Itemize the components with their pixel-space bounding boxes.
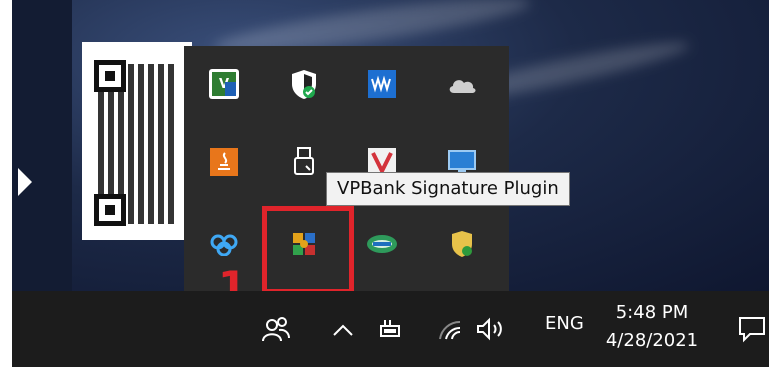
highlight-box — [262, 206, 354, 294]
onedrive-cloud-icon[interactable] — [442, 64, 482, 104]
people-icon[interactable] — [260, 313, 292, 345]
wifi-icon[interactable] — [436, 315, 466, 343]
screenshot: V 1 VPBank Signature Plugin ENG 5:48 PM … — [12, 0, 769, 367]
play-arrow-icon[interactable] — [18, 168, 32, 196]
cloud-sync-icon[interactable] — [204, 224, 244, 264]
volume-icon[interactable] — [472, 315, 512, 343]
action-center-icon[interactable] — [736, 313, 768, 345]
desktop-panel — [12, 0, 72, 291]
windows-security-icon[interactable] — [284, 64, 324, 104]
vnc-viewer-icon[interactable]: V — [204, 64, 244, 104]
taskbar: ENG 5:48 PM 4/28/2021 — [12, 291, 769, 367]
clock[interactable]: 5:48 PM 4/28/2021 — [597, 299, 707, 355]
audio-waves-app-icon[interactable] — [362, 64, 402, 104]
input-language-indicator[interactable]: ENG — [545, 313, 584, 334]
battery-icon[interactable] — [374, 315, 406, 343]
java-icon[interactable] — [204, 142, 244, 182]
clock-date: 4/28/2021 — [605, 330, 699, 351]
tooltip: VPBank Signature Plugin — [326, 172, 570, 206]
show-hidden-icons-chevron-icon[interactable] — [330, 317, 356, 343]
shield-security-icon[interactable] — [442, 224, 482, 264]
qr-code-image — [82, 42, 192, 240]
usb-device-icon[interactable] — [284, 142, 324, 182]
green-oval-app-icon[interactable] — [362, 224, 402, 264]
clock-time: 5:48 PM — [615, 302, 689, 323]
